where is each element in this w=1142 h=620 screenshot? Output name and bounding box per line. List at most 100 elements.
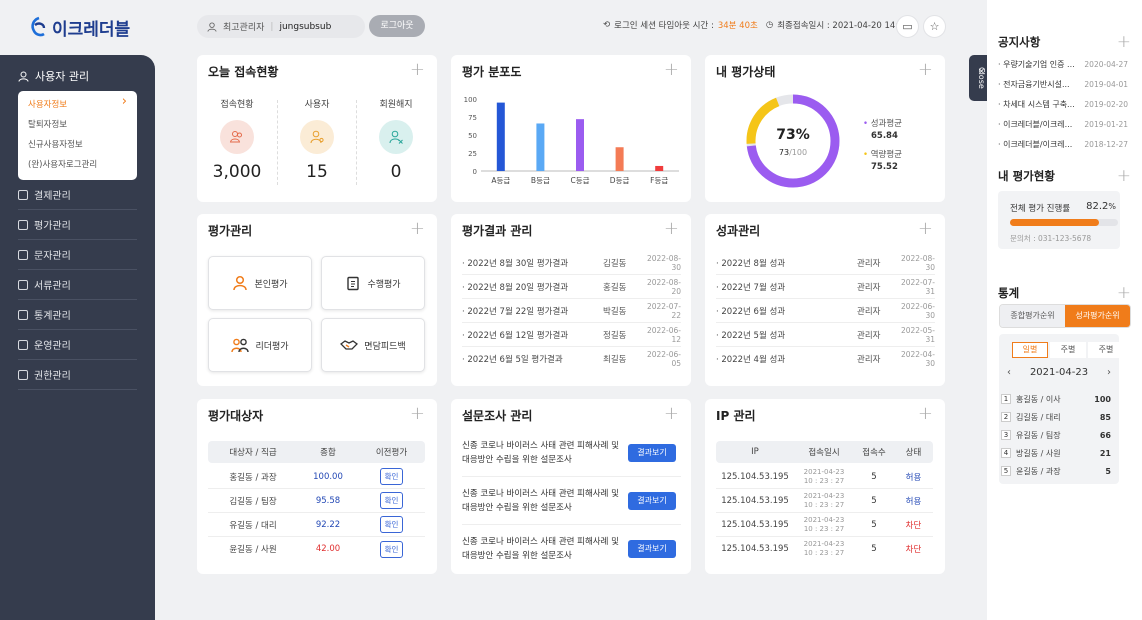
- sidebar-item-user-manage[interactable]: 사용자 관리: [18, 68, 89, 84]
- plus-icon[interactable]: +: [410, 59, 425, 80]
- bar-D등급: [615, 147, 624, 171]
- bar-A등급: [496, 102, 505, 171]
- close-panel-button[interactable]: ✕ Close: [969, 55, 987, 101]
- ip-card: IP 관리 + IP 접속일시 접속수 상태 125.104.53.195 2021-0…: [705, 399, 945, 574]
- chevron-left-icon[interactable]: ‹: [1007, 367, 1011, 378]
- stat-withdraw: 회원해지 0: [356, 97, 436, 182]
- sidebar-item-sms[interactable]: 문자관리: [18, 240, 137, 270]
- plus-icon[interactable]: +: [664, 59, 679, 80]
- performance-card: 성과관리 + · 2022년 8월 성과 관리자 2022-08-30 · 2022…: [705, 214, 945, 386]
- plus-icon[interactable]: +: [410, 218, 425, 239]
- list-item[interactable]: · 2022년 6월 5일 평가결과 최길동 2022-06-05: [462, 347, 681, 371]
- list-item[interactable]: · 이크레더블/이크레... 2018-12-27: [998, 134, 1128, 154]
- star-icon[interactable]: ☆: [923, 15, 946, 38]
- view-results-button[interactable]: 결과보기: [628, 491, 676, 510]
- card-title: 내 평가상태: [716, 65, 776, 79]
- monitor-icon[interactable]: ▭: [896, 15, 919, 38]
- logout-button[interactable]: 로그아웃: [369, 15, 425, 37]
- self-eval-button[interactable]: 본인평가: [208, 256, 312, 310]
- list-item[interactable]: · 우량기술기업 인증 ... 2020-04-27: [998, 54, 1128, 74]
- list-item[interactable]: · 차세대 시스템 구축... 2019-02-20: [998, 94, 1128, 114]
- confirm-button[interactable]: 확인: [379, 540, 404, 558]
- eval-manage-card: 평가관리 + 본인평가 수행평가 리더평가 면담피드백: [197, 214, 437, 386]
- tab-performance-ranking[interactable]: 성과평가순위: [1065, 305, 1130, 327]
- plus-icon[interactable]: +: [410, 403, 425, 424]
- sidebar-item-evaluation[interactable]: 평가관리: [18, 210, 137, 240]
- list-item: 신종 코로나 바이러스 사태 관련 피해사례 및 대응방안 수립을 위한 설문조…: [462, 477, 681, 525]
- sidebar-item-payment[interactable]: 결제관리: [18, 180, 137, 210]
- user-icon: [18, 71, 29, 82]
- list-item[interactable]: · 2022년 4월 성과 관리자 2022-04-30: [716, 347, 935, 371]
- tab-weekly[interactable]: 주별: [1050, 342, 1086, 358]
- separator: |: [270, 21, 274, 32]
- sidebar-item-documents[interactable]: 서류관리: [18, 270, 137, 300]
- tab-overall-ranking[interactable]: 종합평가순위: [1000, 305, 1065, 327]
- list-item[interactable]: · 2022년 6월 성과 관리자 2022-06-30: [716, 299, 935, 323]
- sidebar-item-operations[interactable]: 운영관리: [18, 330, 137, 360]
- tab-weekly-2[interactable]: 주별: [1088, 342, 1124, 358]
- performance-eval-button[interactable]: 수행평가: [321, 256, 425, 310]
- list-item[interactable]: · 전자금융기반시설... 2019-04-01: [998, 74, 1128, 94]
- card-title: 평가대상자: [208, 409, 264, 423]
- card-title: 성과관리: [716, 224, 761, 238]
- list-item: 5 윤길동 / 과장 5: [999, 462, 1119, 480]
- chevron-right-icon[interactable]: ›: [1107, 367, 1111, 378]
- app-logo[interactable]: 이크레더블: [30, 14, 130, 40]
- interview-feedback-button[interactable]: 면담피드백: [321, 318, 425, 372]
- list-item[interactable]: · 2022년 7월 22일 평가결과 박길동 2022-07-22: [462, 299, 681, 323]
- stat-access: 접속현황 3,000: [197, 97, 277, 182]
- plus-icon[interactable]: +: [918, 59, 933, 80]
- legend-competency: • 역량평균 75.52: [863, 150, 902, 172]
- session-time: 34분 40초: [717, 21, 758, 31]
- list-item[interactable]: · 2022년 8월 성과 관리자 2022-08-30: [716, 251, 935, 275]
- user-id: jungsubsub: [279, 21, 332, 32]
- view-results-button[interactable]: 결과보기: [628, 443, 676, 462]
- stat-label: 사용자: [304, 100, 330, 110]
- list-item[interactable]: · 이크레더블/이크레... 2019-01-21: [998, 114, 1128, 134]
- view-results-button[interactable]: 결과보기: [628, 540, 676, 558]
- table-header: 대상자 / 직급 종합 이전평가: [208, 441, 425, 463]
- confirm-button[interactable]: 확인: [379, 516, 404, 533]
- y-tick-label: 75: [468, 114, 477, 122]
- list-item[interactable]: · 2022년 6월 12일 평가결과 정길동 2022-06-12: [462, 323, 681, 347]
- progress-fill: [1010, 219, 1099, 226]
- y-tick-label: 100: [464, 96, 477, 104]
- close-label: Close: [977, 67, 986, 89]
- confirm-button[interactable]: 확인: [379, 492, 404, 509]
- x-tick-label: B등급: [531, 176, 550, 185]
- list-item: 4 방길동 / 사원 21: [999, 444, 1119, 462]
- table-row: 유길동 / 대리 92.22 확인: [208, 513, 425, 537]
- submenu-item-new-user[interactable]: 신규사용자정보: [28, 138, 137, 158]
- donut-percent: 73%: [776, 127, 810, 143]
- submenu-item-user-log[interactable]: (완)사용자로그관리: [28, 158, 137, 178]
- sidebar-item-statistics[interactable]: 통계관리: [18, 300, 137, 330]
- leader-eval-button[interactable]: 리더평가: [208, 318, 312, 372]
- stat-label: 회원해지: [379, 100, 413, 110]
- plus-icon[interactable]: +: [1117, 32, 1131, 52]
- stats-tabs: 종합평가순위 성과평가순위: [999, 304, 1131, 328]
- period-tabs: 일별 주별 주별: [1012, 342, 1124, 358]
- list-item[interactable]: · 2022년 8월 20일 평가결과 홍길동 2022-08-20: [462, 275, 681, 299]
- app-name: 이크레더블: [52, 19, 131, 40]
- list-item[interactable]: · 2022년 8월 30일 평가결과 김길동 2022-08-30: [462, 251, 681, 275]
- plus-icon[interactable]: +: [918, 218, 933, 239]
- sidebar-item-permissions[interactable]: 권한관리: [18, 360, 137, 390]
- sidebar-item-label: 통계관리: [34, 311, 71, 322]
- submenu-item-withdrawn[interactable]: 탈퇴자정보: [28, 118, 137, 138]
- list-item: 신종 코로나 바이러스 사태 관련 피해사례 및 대응방안 수립을 위한 설문조…: [462, 429, 681, 477]
- plus-icon[interactable]: +: [664, 218, 679, 239]
- progress-track: [1010, 219, 1118, 226]
- button-label: 리더평가: [255, 341, 289, 352]
- list-item[interactable]: · 2022년 7월 성과 관리자 2022-07-31: [716, 275, 935, 299]
- tab-daily[interactable]: 일별: [1012, 342, 1048, 358]
- plus-icon[interactable]: +: [918, 403, 933, 424]
- clock-icon: ◷: [765, 20, 774, 30]
- plus-icon[interactable]: +: [1117, 283, 1131, 303]
- sidebar-item-label: 사용자 관리: [35, 70, 90, 83]
- plus-icon[interactable]: +: [664, 403, 679, 424]
- confirm-button[interactable]: 확인: [379, 468, 404, 485]
- notice-list: · 우량기술기업 인증 ... 2020-04-27 · 전자금융기반시설... 2…: [998, 54, 1128, 154]
- list-item[interactable]: · 2022년 5월 성과 관리자 2022-05-31: [716, 323, 935, 347]
- submenu-item-user-info[interactable]: 사용자정보: [28, 95, 137, 118]
- plus-icon[interactable]: +: [1117, 166, 1131, 186]
